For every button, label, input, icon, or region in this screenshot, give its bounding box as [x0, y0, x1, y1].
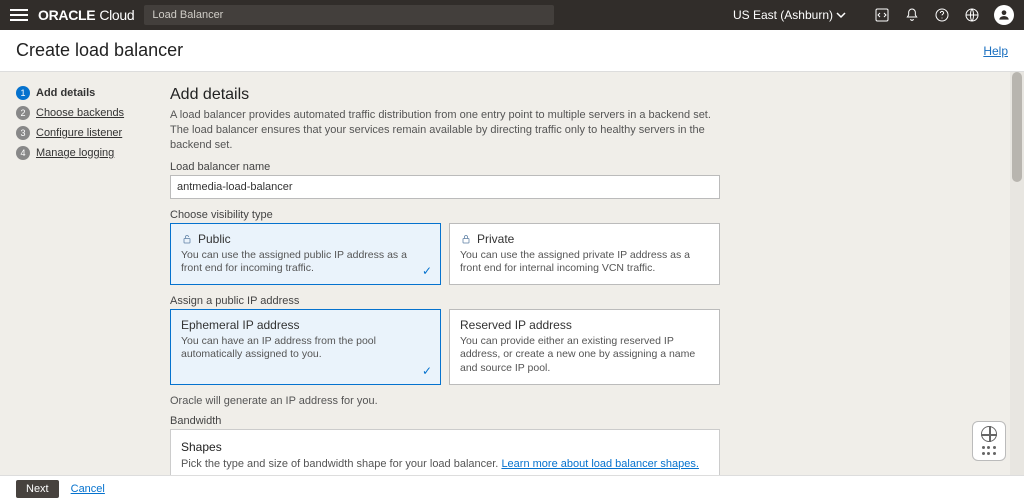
visibility-label: Choose visibility type: [170, 209, 1002, 221]
dev-tools-icon[interactable]: [874, 7, 890, 23]
section-heading: Add details: [170, 86, 1002, 104]
wizard-steps: 1 Add details 2 Choose backends 3 Configure l…: [0, 72, 160, 475]
footer-bar: Next Cancel: [0, 475, 1024, 501]
cancel-link[interactable]: Cancel: [71, 483, 105, 495]
user-avatar[interactable]: [994, 5, 1014, 25]
target-icon: [981, 426, 997, 442]
option-card-public[interactable]: Public You can use the assigned public IP…: [170, 223, 441, 285]
check-icon: ✓: [422, 264, 432, 278]
check-icon: ✓: [422, 364, 432, 378]
card-title: Ephemeral IP address: [181, 318, 430, 332]
shapes-panel: Shapes Pick the type and size of bandwid…: [170, 429, 720, 475]
step-number: 2: [16, 106, 30, 120]
grid-icon: [982, 446, 996, 456]
step-label: Manage logging: [36, 147, 114, 159]
region-label: US East (Ashburn): [733, 8, 833, 22]
globe-icon[interactable]: [964, 7, 980, 23]
card-title: Public: [181, 232, 430, 246]
person-icon: [997, 8, 1011, 22]
option-card-ephemeral-ip-address[interactable]: Ephemeral IP address You can have an IP a…: [170, 309, 441, 385]
logo-brand: ORACLE: [38, 7, 95, 23]
step-label: Add details: [36, 87, 95, 99]
card-desc: You can use the assigned private IP addr…: [460, 249, 709, 276]
title-bar: Create load balancer Help: [0, 30, 1024, 72]
chevron-down-icon: [836, 10, 846, 20]
step-number: 4: [16, 146, 30, 160]
card-desc: You can use the assigned public IP addre…: [181, 249, 430, 276]
lock-icon: [460, 233, 472, 245]
step-number: 1: [16, 86, 30, 100]
option-card-private[interactable]: Private You can use the assigned private …: [449, 223, 720, 285]
wizard-step-configure-listener[interactable]: 3 Configure listener: [16, 126, 152, 140]
load-balancer-name-input[interactable]: [170, 175, 720, 199]
card-title: Reserved IP address: [460, 318, 709, 332]
help-icon[interactable]: [934, 7, 950, 23]
page-title: Create load balancer: [16, 40, 183, 61]
scrollbar[interactable]: [1010, 72, 1024, 475]
wizard-step-add-details[interactable]: 1 Add details: [16, 86, 152, 100]
card-desc: You can provide either an existing reser…: [460, 335, 709, 376]
option-card-reserved-ip-address[interactable]: Reserved IP address You can provide eithe…: [449, 309, 720, 385]
bandwidth-label: Bandwidth: [170, 415, 1002, 427]
region-selector[interactable]: US East (Ashburn): [733, 8, 846, 22]
bell-icon[interactable]: [904, 7, 920, 23]
step-number: 3: [16, 126, 30, 140]
accessibility-fab[interactable]: [972, 421, 1006, 461]
card-title: Private: [460, 232, 709, 246]
search-input[interactable]: [144, 5, 554, 25]
card-desc: You can have an IP address from the pool…: [181, 335, 430, 362]
section-description: A load balancer provides automated traff…: [170, 108, 730, 153]
unlock-icon: [181, 233, 193, 245]
scrollbar-thumb[interactable]: [1012, 72, 1022, 182]
menu-icon[interactable]: [10, 9, 28, 21]
name-label: Load balancer name: [170, 161, 1002, 173]
wizard-step-choose-backends[interactable]: 2 Choose backends: [16, 106, 152, 120]
shapes-title: Shapes: [181, 440, 709, 454]
shapes-learn-more-link[interactable]: Learn more about load balancer shapes.: [501, 458, 699, 470]
next-button[interactable]: Next: [16, 480, 59, 498]
top-bar: ORACLE Cloud US East (Ashburn): [0, 0, 1024, 30]
logo-suffix: Cloud: [99, 7, 134, 23]
help-link[interactable]: Help: [983, 44, 1008, 58]
shapes-desc: Pick the type and size of bandwidth shap…: [181, 458, 709, 470]
step-label: Choose backends: [36, 107, 124, 119]
step-label: Configure listener: [36, 127, 122, 139]
oracle-logo[interactable]: ORACLE Cloud: [38, 7, 134, 23]
content-area: Add details A load balancer provides aut…: [160, 72, 1024, 475]
ip-note: Oracle will generate an IP address for y…: [170, 395, 1002, 407]
wizard-step-manage-logging[interactable]: 4 Manage logging: [16, 146, 152, 160]
ip-label: Assign a public IP address: [170, 295, 1002, 307]
